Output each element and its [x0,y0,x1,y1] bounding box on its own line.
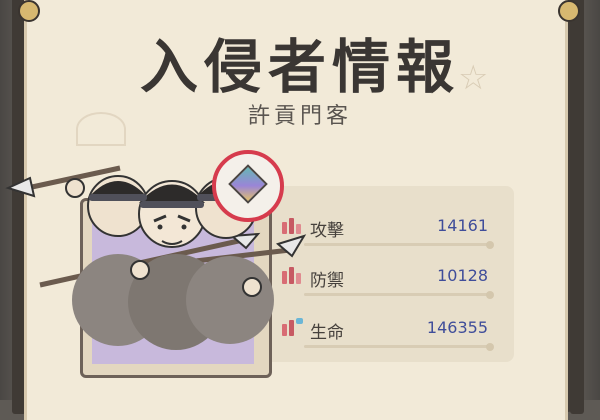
spearhead-icon [5,176,36,198]
enemy-artwork [5,165,307,350]
hand-icon [65,178,85,198]
eye-icon [181,224,187,230]
hair-icon [139,184,205,203]
headband-icon [140,201,204,208]
enemy-body [186,256,274,344]
headband-icon [89,194,147,201]
hand-icon [242,277,262,297]
hand-icon [130,260,150,280]
eye-icon [157,224,163,230]
